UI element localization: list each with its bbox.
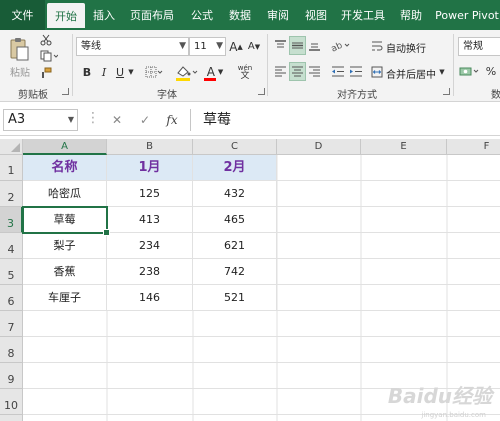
row-header-2[interactable]: 2: [0, 181, 23, 207]
cut-icon[interactable]: [38, 33, 54, 47]
row-header-9[interactable]: 9: [0, 363, 23, 389]
tab-data[interactable]: 数据: [221, 0, 259, 30]
decrease-indent-icon[interactable]: [330, 63, 346, 80]
merge-center-icon[interactable]: [370, 63, 384, 80]
group-divider: [453, 34, 454, 96]
formula-bar: A3 ▼ ⋮ ✕ ✓ fx 草莓: [0, 103, 500, 136]
chevron-down-icon: ▼: [67, 115, 74, 124]
tab-power-pivot[interactable]: Power Pivot: [434, 0, 500, 30]
italic-button[interactable]: I: [97, 64, 111, 80]
border-button[interactable]: [144, 64, 164, 80]
tab-formulas[interactable]: 公式: [183, 0, 221, 30]
align-center-icon: [290, 63, 305, 80]
chevron-down-icon[interactable]: ▼: [438, 63, 446, 80]
paste-icon[interactable]: [6, 34, 32, 64]
font-size-select[interactable]: 11 ▼: [189, 37, 226, 56]
clipboard-launcher-icon[interactable]: [62, 88, 69, 95]
column-header-b[interactable]: B: [107, 139, 193, 155]
cancel-entry-button[interactable]: ✕: [108, 111, 126, 129]
tab-review[interactable]: 审阅: [259, 0, 297, 30]
font-name-select[interactable]: 等线 ▼: [76, 37, 189, 56]
baidu-watermark: Baidu经验: [387, 384, 492, 408]
formula-input[interactable]: 草莓: [190, 109, 500, 131]
bold-button[interactable]: B: [80, 64, 94, 80]
tab-help[interactable]: 帮助: [392, 0, 430, 30]
row-header-5[interactable]: 5: [0, 259, 23, 285]
column-header-e[interactable]: E: [361, 139, 447, 155]
column-header-a[interactable]: A: [23, 139, 107, 155]
number-format-value: 常规: [463, 41, 483, 52]
wrap-text-icon[interactable]: [370, 37, 384, 54]
format-painter-icon[interactable]: [38, 66, 54, 80]
shrink-font-icon: A: [247, 41, 255, 52]
number-group-label: 数: [491, 90, 500, 101]
number-format-select[interactable]: 常规: [458, 37, 500, 56]
align-middle-icon: [290, 37, 305, 54]
tab-insert[interactable]: 插入: [85, 0, 123, 30]
confirm-entry-button[interactable]: ✓: [136, 111, 154, 129]
tab-file[interactable]: 文件: [0, 0, 45, 30]
underline-button[interactable]: U: [113, 64, 127, 80]
grow-font-icon: A: [229, 39, 238, 54]
column-header-c[interactable]: C: [193, 139, 277, 155]
align-top-icon[interactable]: [273, 37, 288, 54]
paste-label[interactable]: 粘贴: [10, 64, 30, 79]
align-left-icon[interactable]: [273, 63, 288, 80]
tab-page-layout[interactable]: 页面布局: [124, 0, 180, 30]
font-color-swatch: [204, 78, 216, 81]
chevron-down-icon: ▼: [216, 41, 223, 51]
baidu-watermark-url: jingyan.baidu.com: [421, 411, 486, 419]
chevron-down-icon: ▼: [179, 41, 186, 51]
column-header-f[interactable]: F: [447, 139, 500, 155]
copy-icon[interactable]: [38, 49, 60, 63]
fill-color-swatch: [176, 78, 190, 81]
alignment-group-label: 对齐方式: [337, 90, 377, 101]
active-cell-border: [22, 206, 110, 236]
row-header-3[interactable]: 3: [0, 207, 23, 233]
font-color-icon: A: [206, 64, 215, 79]
insert-function-button[interactable]: fx: [163, 111, 181, 129]
name-box-value: A3: [8, 112, 26, 127]
merge-center-button[interactable]: 合并后居中: [386, 66, 436, 81]
grow-font-button[interactable]: A ▲: [229, 37, 243, 56]
more-options-icon[interactable]: ⋮: [86, 111, 100, 129]
worksheet-grid: A B C D E F 1 2 3 4 5 6 7 8 9 10 名称 1月 2…: [0, 139, 500, 421]
tab-view[interactable]: 视图: [297, 0, 335, 30]
wrap-text-button[interactable]: 自动换行: [386, 40, 426, 55]
select-all-button[interactable]: [0, 139, 23, 155]
font-launcher-icon[interactable]: [258, 88, 265, 95]
row-header-4[interactable]: 4: [0, 233, 23, 259]
increase-indent-icon[interactable]: [348, 63, 364, 80]
font-size-value: 11: [194, 41, 207, 52]
clipboard-group-label: 剪贴板: [18, 90, 48, 101]
alignment-launcher-icon[interactable]: [443, 88, 450, 95]
row-header-6[interactable]: 6: [0, 285, 23, 311]
row-header-10[interactable]: 10: [0, 389, 23, 415]
shrink-font-button[interactable]: A ▼: [247, 37, 261, 56]
font-group-label: 字体: [157, 90, 177, 101]
align-bottom-icon[interactable]: [307, 37, 322, 54]
tab-home[interactable]: 开始: [47, 3, 85, 30]
row-header-8[interactable]: 8: [0, 337, 23, 363]
accounting-format-icon[interactable]: [458, 63, 482, 80]
row-header-7[interactable]: 7: [0, 311, 23, 337]
phonetic-button[interactable]: wén 文: [234, 62, 256, 81]
svg-text:ab: ab: [331, 41, 344, 52]
chevron-down-icon[interactable]: ▼: [127, 64, 135, 80]
column-header-d[interactable]: D: [277, 139, 361, 155]
name-box[interactable]: A3 ▼: [3, 109, 78, 131]
font-name-value: 等线: [81, 41, 101, 52]
tab-developer[interactable]: 开发工具: [336, 0, 390, 30]
orientation-icon[interactable]: ab: [330, 37, 352, 54]
align-right-icon[interactable]: [307, 63, 322, 80]
ribbon-tab-bar: 文件 开始 插入 页面布局 公式 数据 审阅 视图 开发工具 帮助 Power …: [0, 0, 500, 30]
ribbon: 粘贴 剪贴板 等线 ▼ 11 ▼ A ▲ A ▼ B I U ▼ A ▼ wén 文 字…: [0, 30, 500, 102]
percent-button[interactable]: %: [484, 63, 498, 80]
row-header-1[interactable]: 1: [0, 155, 23, 181]
row-header-11[interactable]: [0, 415, 23, 421]
